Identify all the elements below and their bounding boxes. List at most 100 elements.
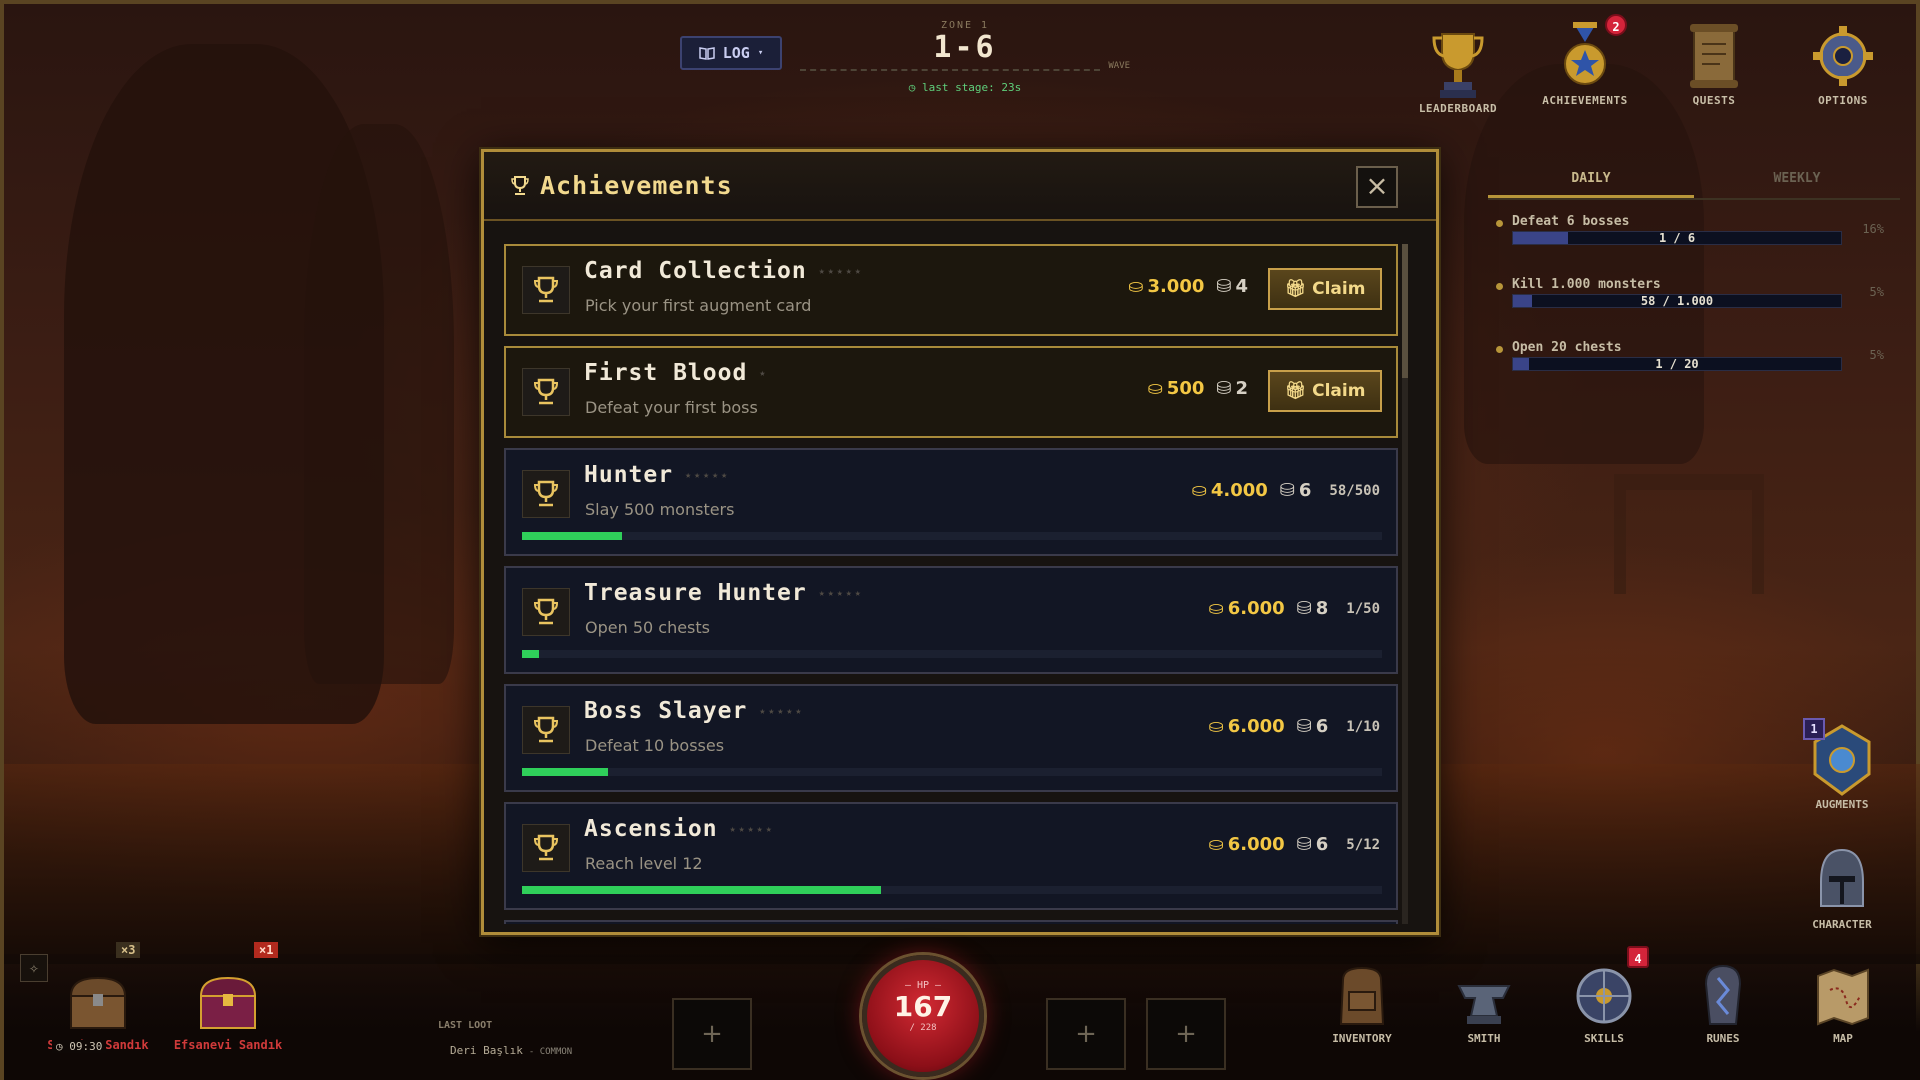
achievement-description: Defeat 10 bosses — [585, 736, 725, 755]
augments-button[interactable]: 1 AUGMENTS — [1792, 718, 1892, 811]
options-button[interactable]: OPTIONS — [1793, 20, 1893, 107]
achievement-name: Hunter ★★★★★ — [584, 462, 730, 488]
gift-icon: 🎁︎ — [1284, 381, 1307, 401]
claim-button[interactable]: 🎁︎ Claim — [1268, 268, 1382, 310]
achievement-card: Hunter ★★★★★ Slay 500 monsters ⛀ 4.000 ⛁ … — [504, 448, 1398, 556]
achievements-button[interactable]: 2 ACHIEVEMENTS — [1535, 14, 1635, 107]
reward-gems: 6 — [1298, 480, 1312, 501]
runes-label: RUNES — [1706, 1032, 1740, 1045]
character-label: CHARACTER — [1812, 918, 1872, 931]
claim-label: Claim — [1312, 381, 1366, 401]
achievement-name-text: Card Collection — [584, 258, 807, 284]
quest-item: Open 20 chests 1 / 20 5% — [1488, 326, 1900, 389]
quest-item: Kill 1.000 monsters 58 / 1.000 5% — [1488, 263, 1900, 326]
quest-name: Kill 1.000 monsters — [1512, 277, 1661, 292]
scrollbar[interactable] — [1402, 244, 1408, 924]
gem-icon: ⛁ — [1216, 276, 1232, 297]
gem-icon: ⛁ — [1296, 598, 1312, 619]
reward-gems: 4 — [1235, 276, 1248, 297]
trophy-icon — [511, 175, 529, 195]
trophy-icon — [533, 834, 559, 861]
star-rating: ★★★★★ — [818, 266, 864, 277]
leaderboard-button[interactable]: LEADERBOARD — [1408, 28, 1508, 115]
claim-label: Claim — [1312, 279, 1366, 299]
reward-gold: 6.000 — [1227, 598, 1285, 619]
inventory-button[interactable]: INVENTORY — [1314, 960, 1410, 1045]
helmet-icon — [1820, 848, 1864, 907]
reward-gold: 6.000 — [1227, 716, 1285, 737]
skills-button[interactable]: 4 SKILLS — [1556, 946, 1652, 1045]
achievement-trophy-box — [522, 824, 570, 872]
achievement-trophy-box — [522, 706, 570, 754]
star-rating: ★★★★★ — [818, 588, 864, 599]
achievement-progress-bar — [522, 768, 1382, 776]
achievement-reward: ⛀ 6.000 ⛁ 8 1/50 — [1209, 598, 1380, 619]
loot-item-name: Deri Başlık — [450, 1044, 523, 1057]
legendary-chest-icon — [199, 976, 257, 1029]
quest-progress-text: 58 / 1.000 — [1640, 294, 1714, 308]
legendary-chest[interactable]: ×1 Efsanevi Sandık — [168, 942, 288, 1052]
achievement-name: Treasure Hunter ★★★★★ — [584, 580, 864, 606]
gift-icon: 🎁︎ — [1284, 279, 1307, 299]
quest-tabs: DAILY WEEKLY — [1488, 160, 1900, 200]
achievement-progress-bar — [522, 886, 1382, 894]
options-label: OPTIONS — [1818, 94, 1868, 107]
map-label: MAP — [1833, 1032, 1853, 1045]
tab-daily[interactable]: DAILY — [1488, 160, 1694, 198]
augments-badge: 1 — [1803, 718, 1825, 740]
character-button[interactable]: CHARACTER — [1792, 842, 1892, 931]
skill-slot-2[interactable]: + — [1046, 998, 1126, 1070]
quest-percent: 5% — [1869, 348, 1884, 362]
gold-coin-icon: ⛀ — [1208, 716, 1224, 737]
reward-gems: 2 — [1235, 378, 1248, 399]
map-button[interactable]: MAP — [1795, 960, 1891, 1045]
achievement-name-text: First Blood — [584, 360, 748, 386]
reward-gold: 3.000 — [1147, 276, 1205, 297]
trophy-icon — [533, 480, 559, 507]
map-icon — [1817, 968, 1869, 1026]
augments-label: AUGMENTS — [1815, 798, 1869, 811]
quest-progress-text: 1 / 6 — [1658, 231, 1696, 245]
achievement-name: First Blood ★ — [584, 360, 768, 386]
common-chest[interactable]: ×3 Sıradan Sandık — [38, 942, 158, 1052]
achievement-name-text: Hunter — [584, 462, 674, 488]
runes-button[interactable]: RUNES — [1675, 960, 1771, 1045]
modal-header: Achievements × — [484, 152, 1436, 221]
achievements-modal: Achievements × Card Collection ★★★★★ Pick… — [481, 149, 1439, 935]
reward-gold: 4.000 — [1210, 480, 1268, 501]
achievement-trophy-box — [522, 588, 570, 636]
scrollbar-thumb[interactable] — [1402, 244, 1408, 378]
progress-count: 58/500 — [1329, 482, 1380, 499]
skill-slot-3[interactable]: + — [1146, 998, 1226, 1070]
achievement-card: First Blood ★ Defeat your first boss ⛀ 50… — [504, 346, 1398, 438]
achievement-card: Boss Slayer ★★★★★ Defeat 10 bosses ⛀ 6.00… — [504, 684, 1398, 792]
book-icon — [698, 47, 715, 60]
star-rating: ★★★★★ — [729, 824, 775, 835]
achievement-card: Treasure Hunter ★★★★★ Open 50 chests ⛀ 6.… — [504, 566, 1398, 674]
tab-weekly[interactable]: WEEKLY — [1694, 160, 1900, 198]
trophy-icon — [533, 378, 559, 405]
chest-label: Efsanevi Sandık — [173, 1038, 283, 1052]
skills-label: SKILLS — [1584, 1032, 1624, 1045]
log-button[interactable]: LOG ▾ — [680, 36, 782, 70]
achievements-list[interactable]: Card Collection ★★★★★ Pick your first aug… — [504, 244, 1398, 924]
leaderboard-label: LEADERBOARD — [1418, 102, 1498, 115]
bullet-icon — [1496, 220, 1503, 227]
quest-panel: DAILY WEEKLY Defeat 6 bosses 1 / 6 16% K… — [1488, 160, 1900, 390]
achievement-description: Slay 500 monsters — [585, 500, 735, 519]
star-rating: ★★★★★ — [759, 706, 805, 717]
achievement-reward: ⛀ 3.000 ⛁ 4 — [1128, 276, 1248, 297]
achievement-progress-fill — [522, 768, 608, 776]
tree-silhouette-left-2 — [304, 124, 454, 684]
claim-button[interactable]: 🎁︎ Claim — [1268, 370, 1382, 412]
quest-percent: 16% — [1862, 222, 1884, 236]
quest-progress-bar: 1 / 20 — [1512, 357, 1842, 371]
achievement-name: Ascension ★★★★★ — [584, 816, 775, 842]
quests-button[interactable]: QUESTS — [1664, 20, 1764, 107]
skill-slot-1[interactable]: + — [672, 998, 752, 1070]
smith-button[interactable]: SMITH — [1436, 960, 1532, 1045]
hp-orb: — HP — 167 / 228 — [862, 955, 984, 1077]
close-button[interactable]: × — [1356, 166, 1398, 208]
last-stage-time: ◷ last stage: 23s — [908, 81, 1022, 94]
plus-icon: + — [1075, 1019, 1097, 1049]
